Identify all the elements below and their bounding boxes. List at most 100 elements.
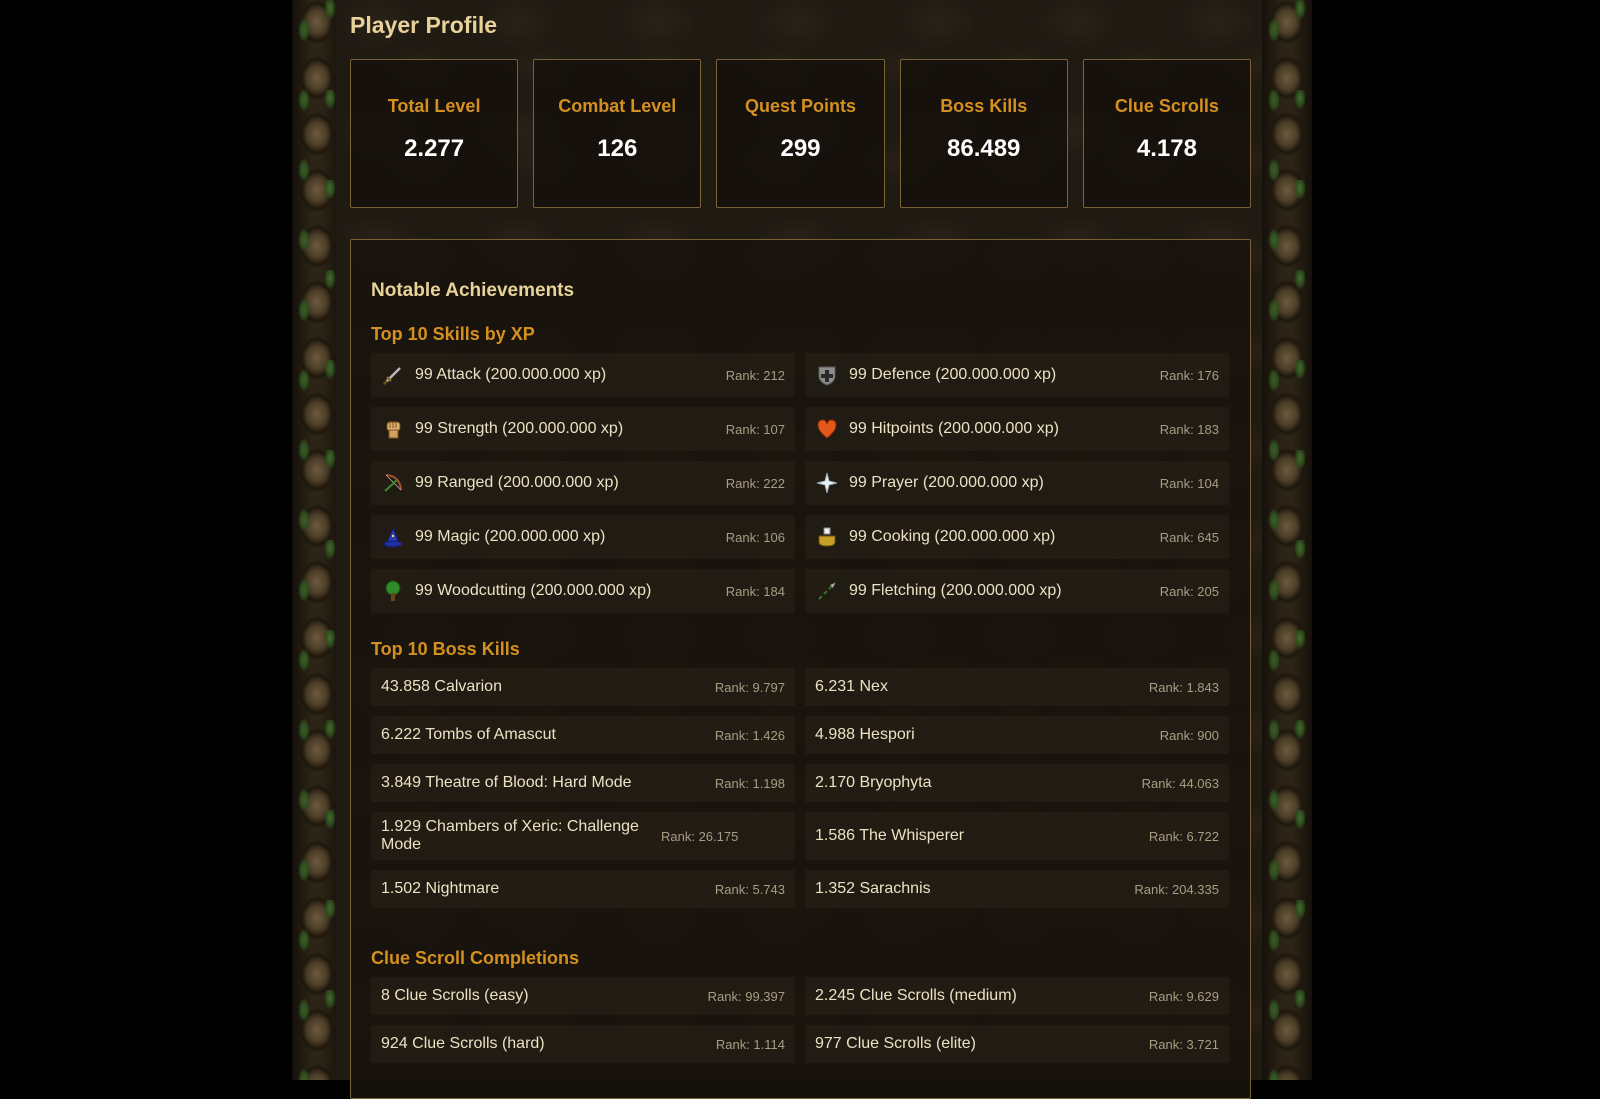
boss-rank: Rank: 44.063: [1141, 775, 1219, 791]
skill-row-ranged: 99 Ranged (200.000.000 xp) Rank: 222: [371, 461, 795, 505]
stat-label: Combat Level: [558, 96, 677, 116]
stat-label: Total Level: [387, 96, 481, 116]
boss-row: 6.231 Nex Rank: 1.843: [805, 668, 1229, 706]
skill-label: 99 Prayer (200.000.000 xp): [849, 474, 1044, 491]
stat-value: 299: [780, 135, 821, 162]
clue-row: 924 Clue Scrolls (hard) Rank: 1.114: [371, 1025, 795, 1063]
stat-label: Clue Scrolls: [1114, 96, 1219, 116]
boss-row: 2.170 Bryophyta Rank: 44.063: [805, 764, 1229, 802]
clue-rank: Rank: 9.629: [1148, 988, 1219, 1004]
achievements-panel: Notable Achievements Top 10 Skills by XP…: [350, 239, 1251, 1099]
clue-label: 2.245 Clue Scrolls (medium): [815, 987, 1017, 1004]
boss-row: 1.352 Sarachnis Rank: 204.335: [805, 870, 1229, 908]
boss-rank: Rank: 5.743: [714, 881, 785, 897]
clue-completions-list: 8 Clue Scrolls (easy) Rank: 99.397 2.245…: [371, 977, 1229, 1063]
skill-label: 99 Cooking (200.000.000 xp): [849, 528, 1056, 545]
woodcutting-tree-icon: [381, 579, 405, 603]
stat-card-clue-scrolls: Clue Scrolls 4.178: [1082, 59, 1252, 208]
skill-rank: Rank: 212: [725, 367, 785, 383]
clue-label: 8 Clue Scrolls (easy): [381, 987, 529, 1004]
boss-rank: Rank: 1.198: [714, 775, 785, 791]
stats-summary: Total Level 2.277 Combat Level 126 Quest…: [350, 59, 1252, 208]
skill-rank: Rank: 183: [1159, 421, 1219, 437]
skill-row-attack: 99 Attack (200.000.000 xp) Rank: 212: [371, 353, 795, 397]
attack-sword-icon: [381, 363, 405, 387]
clue-section-title: Clue Scroll Completions: [371, 948, 580, 968]
boss-rank: Rank: 900: [1159, 727, 1219, 743]
skill-row-fletching: 99 Fletching (200.000.000 xp) Rank: 205: [805, 569, 1229, 613]
boss-rank: Rank: 26.175: [661, 828, 739, 844]
skill-rank: Rank: 176: [1159, 367, 1219, 383]
skill-row-prayer: 99 Prayer (200.000.000 xp) Rank: 104: [805, 461, 1229, 505]
skill-row-woodcutting: 99 Woodcutting (200.000.000 xp) Rank: 18…: [371, 569, 795, 613]
boss-row: 3.849 Theatre of Blood: Hard Mode Rank: …: [371, 764, 795, 802]
skill-rank: Rank: 184: [725, 583, 785, 599]
clue-rank: Rank: 99.397: [707, 988, 785, 1004]
stat-card-combat-level: Combat Level 126: [533, 59, 702, 208]
skill-row-magic: 99 Magic (200.000.000 xp) Rank: 106: [371, 515, 795, 559]
skill-label: 99 Woodcutting (200.000.000 xp): [415, 582, 652, 599]
skill-label: 99 Attack (200.000.000 xp): [415, 366, 607, 383]
stat-value: 86.489: [947, 135, 1021, 162]
boss-label: 1.929 Chambers of Xeric: Challenge Mode: [381, 818, 639, 853]
page-title: Player Profile: [350, 12, 498, 38]
boss-row: 1.502 Nightmare Rank: 5.743: [371, 870, 795, 908]
stat-value: 2.277: [404, 135, 465, 162]
stat-card-quest-points: Quest Points 299: [716, 59, 885, 208]
profile-content: Player Profile Total Level 2.277 Combat …: [336, 0, 1262, 1099]
skill-label: 99 Hitpoints (200.000.000 xp): [849, 420, 1059, 437]
stat-value: 4.178: [1136, 135, 1197, 162]
boss-label: 4.988 Hespori: [815, 726, 915, 743]
skill-row-cooking: 99 Cooking (200.000.000 xp) Rank: 645: [805, 515, 1229, 559]
skill-label: 99 Defence (200.000.000 xp): [849, 366, 1057, 383]
skill-label: 99 Magic (200.000.000 xp): [415, 528, 606, 545]
boss-rank: Rank: 6.722: [1148, 828, 1219, 844]
boss-rank: Rank: 1.843: [1148, 679, 1219, 695]
boss-row: 4.988 Hespori Rank: 900: [805, 716, 1229, 754]
left-vine-border: [292, 0, 342, 1080]
stat-label: Boss Kills: [940, 96, 1028, 116]
boss-label: 1.352 Sarachnis: [815, 880, 931, 897]
clue-label: 924 Clue Scrolls (hard): [381, 1035, 545, 1052]
clue-row: 8 Clue Scrolls (easy) Rank: 99.397: [371, 977, 795, 1015]
fletching-arrow-icon: [815, 579, 839, 603]
hitpoints-heart-icon: [815, 417, 839, 441]
boss-section-title: Top 10 Boss Kills: [371, 639, 520, 659]
skill-rank: Rank: 104: [1159, 475, 1219, 491]
prayer-star-icon: [815, 471, 839, 495]
skills-section-title: Top 10 Skills by XP: [371, 324, 535, 344]
boss-label: 6.222 Tombs of Amascut: [381, 726, 556, 743]
clue-rank: Rank: 1.114: [715, 1036, 785, 1052]
skill-row-defence: 99 Defence (200.000.000 xp) Rank: 176: [805, 353, 1229, 397]
boss-row: 1.929 Chambers of Xeric: Challenge Mode …: [371, 812, 795, 860]
skill-rank: Rank: 222: [725, 475, 785, 491]
clue-row: 2.245 Clue Scrolls (medium) Rank: 9.629: [805, 977, 1229, 1015]
right-vine-border: [1262, 0, 1312, 1080]
achievements-title: Notable Achievements: [371, 280, 575, 301]
skill-row-hitpoints: 99 Hitpoints (200.000.000 xp) Rank: 183: [805, 407, 1229, 451]
boss-kills-list: 43.858 Calvarion Rank: 9.797 6.231 Nex R…: [371, 668, 1229, 908]
ranged-bow-icon: [381, 471, 405, 495]
skill-rank: Rank: 107: [725, 421, 785, 437]
boss-row: 6.222 Tombs of Amascut Rank: 1.426: [371, 716, 795, 754]
skills-list: 99 Attack (200.000.000 xp) Rank: 212 99 …: [371, 353, 1229, 613]
stat-card-total-level: Total Level 2.277: [350, 59, 519, 208]
magic-hat-icon: [381, 525, 405, 549]
boss-row: 43.858 Calvarion Rank: 9.797: [371, 668, 795, 706]
skill-label: 99 Fletching (200.000.000 xp): [849, 582, 1062, 599]
clue-rank: Rank: 3.721: [1148, 1036, 1219, 1052]
skill-rank: Rank: 205: [1159, 583, 1219, 599]
stat-label: Quest Points: [745, 96, 857, 116]
boss-label: 2.170 Bryophyta: [815, 774, 932, 791]
stat-value: 126: [597, 135, 638, 162]
defence-shield-icon: [815, 363, 839, 387]
boss-rank: Rank: 9.797: [714, 679, 785, 695]
skill-label: 99 Strength (200.000.000 xp): [415, 420, 624, 437]
boss-row: 1.586 The Whisperer Rank: 6.722: [805, 812, 1229, 860]
boss-label: 3.849 Theatre of Blood: Hard Mode: [381, 774, 632, 791]
strength-fist-icon: [381, 417, 405, 441]
boss-label: 1.586 The Whisperer: [815, 827, 965, 844]
boss-rank: Rank: 1.426: [714, 727, 785, 743]
skill-rank: Rank: 645: [1159, 529, 1219, 545]
boss-rank: Rank: 204.335: [1134, 881, 1219, 897]
